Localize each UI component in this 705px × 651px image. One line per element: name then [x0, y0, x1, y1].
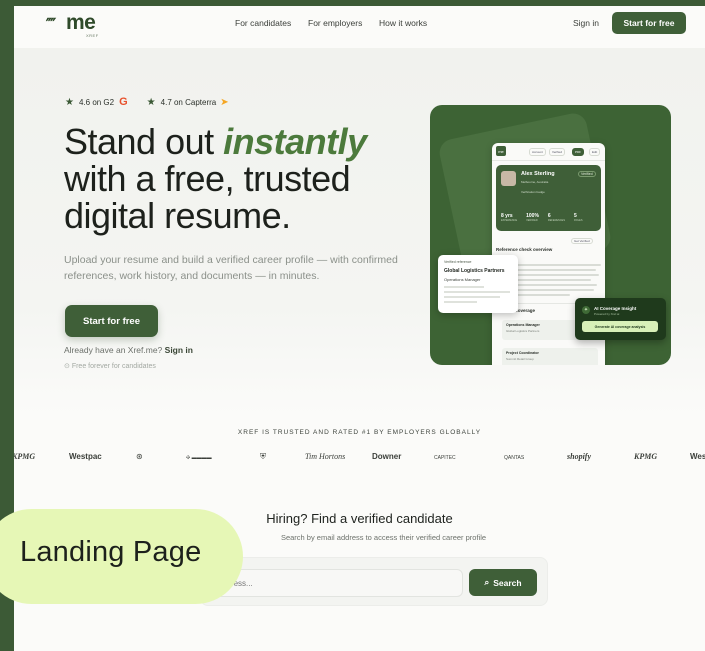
generate-ai-button: Generate AI coverage analysis	[582, 321, 658, 332]
g2-rating: 4.6 on G2	[78, 97, 115, 107]
hero-sign-in-link[interactable]: Sign in	[165, 345, 193, 355]
hero-headline: Stand out instantly with a free, trusted…	[64, 123, 424, 234]
hero-start-button[interactable]: Start for free	[65, 305, 158, 337]
preview-stat: 8 yrs EXPERIENCE	[501, 213, 518, 222]
preview-pill-account: Account	[529, 148, 546, 156]
landing-page-badge-label: Landing Page	[20, 536, 202, 568]
avatar	[501, 171, 516, 186]
preview-pill-edit: Edit	[589, 148, 601, 156]
brand-westpac: Westpac	[69, 452, 102, 461]
reference-tag: Verified reference	[444, 260, 472, 264]
nav-start-button[interactable]: Start for free	[612, 12, 686, 34]
top-nav: ⁗ me XREF For candidates For employers H…	[14, 6, 705, 42]
preview-stats: 8 yrs EXPERIENCE 100% VERIFIED 6 REFERENCES…	[501, 213, 583, 222]
star-icon: ★	[146, 96, 156, 108]
preview-logo-icon: me	[496, 146, 506, 156]
nav-link-employers[interactable]: For employers	[308, 18, 362, 28]
brand-shopify: shopify	[567, 452, 591, 461]
brand-downer: Downer	[372, 452, 402, 461]
brand-government-icon: ✣ ▬▬▬▬	[186, 455, 212, 461]
brand-shield-icon: ⛨	[260, 452, 266, 461]
brand-logos-row: KPMG Westpac ⊛ ✣ ▬▬▬▬ ⛨ Tim Hortons Down…	[14, 449, 705, 467]
nav-sign-in-link[interactable]: Sign in	[573, 18, 599, 28]
search-button[interactable]: ⌕ Search	[469, 569, 537, 596]
preview-toolbar: me Account Verified PDF Edit	[492, 143, 605, 161]
preview-ref-tag: Get Verified	[571, 238, 593, 244]
sparkle-icon: ✦	[582, 306, 590, 314]
email-search-input[interactable]	[211, 569, 463, 597]
logo-text: me	[66, 11, 96, 34]
ai-insight-card: ✦ AI Coverage Insight Powered by Xref.ai…	[575, 298, 666, 340]
already-text: Already have an Xref.me?	[64, 345, 163, 355]
brand-tim-hortons: Tim Hortons	[305, 452, 346, 461]
ai-insight-title: AI Coverage Insight	[594, 306, 637, 311]
preview-job: Project Coordinator Summit Retail Group	[502, 348, 598, 365]
ai-insight-sub: Powered by Xref.ai	[594, 312, 620, 316]
reference-company: Global Logistics Partners	[444, 268, 505, 274]
brand-westpac-2: Wes	[690, 452, 705, 461]
brand-crest-icon: ⊛	[136, 452, 143, 461]
preview-stat: 6 REFERENCES	[547, 213, 566, 222]
already-have-account: Already have an Xref.me? Sign in	[64, 345, 193, 355]
ratings-row: ★ 4.6 on G2 G ★ 4.7 on Capterra ➤	[65, 96, 229, 108]
reference-role: Operations Manager	[444, 277, 481, 282]
brand-capitec: CAPITEC	[434, 455, 456, 461]
logo[interactable]: ⁗ me XREF	[46, 11, 106, 38]
preview-profile-header: Alex Sterling Verified Melbourne, Austra…	[496, 165, 601, 231]
search-icon: ⌕	[484, 577, 490, 587]
g2-logo-icon: G	[119, 96, 128, 108]
nav-link-candidates[interactable]: For candidates	[235, 18, 291, 28]
logo-sub: XREF	[86, 33, 99, 38]
headline-emphasis: instantly	[223, 121, 367, 162]
verified-reference-card: Verified reference Global Logistics Part…	[438, 255, 518, 313]
preview-pill-verified: Verified	[549, 148, 566, 156]
candidate-search: ⌕ Search	[200, 557, 548, 606]
logo-mark-icon: ⁗	[46, 16, 56, 33]
preview-verified-badge: Verified	[578, 171, 596, 177]
preview-name: Alex Sterling	[521, 171, 555, 177]
preview-meta-badge: Verification badge	[521, 190, 545, 194]
star-icon: ★	[65, 96, 74, 108]
preview-meta-location: Melbourne, Australia	[521, 180, 549, 184]
headline-part-2: with a free, trusted digital resume.	[64, 158, 351, 236]
free-note: ⊙ Free forever for candidates	[64, 362, 156, 370]
nav-link-how-it-works[interactable]: How it works	[379, 18, 427, 28]
preview-ref-title: Reference check overview	[496, 247, 553, 252]
check-circle-icon: ⊙	[64, 363, 70, 370]
capterra-rating: 4.7 on Capterra	[160, 97, 217, 107]
brand-kpmg: KPMG	[14, 452, 36, 461]
hero-subtext: Upload your resume and build a verified …	[64, 254, 398, 282]
search-button-label: Search	[493, 577, 522, 588]
capterra-logo-icon: ➤	[220, 96, 229, 108]
brand-qantas: QANTAS	[504, 455, 525, 461]
headline-part-1: Stand out	[64, 121, 224, 162]
preview-pill-pdf: PDF	[572, 148, 584, 156]
free-note-text: Free forever for candidates	[71, 363, 156, 370]
trusted-heading: XREF IS TRUSTED AND RATED #1 BY EMPLOYER…	[237, 429, 482, 436]
reference-lines	[444, 286, 510, 306]
preview-stat: 100% VERIFIED	[526, 213, 539, 222]
preview-stat: 5 ROLES	[574, 213, 583, 222]
brand-kpmg-2: KPMG	[634, 452, 658, 461]
product-preview: me Account Verified PDF Edit Alex Sterli…	[430, 105, 671, 365]
